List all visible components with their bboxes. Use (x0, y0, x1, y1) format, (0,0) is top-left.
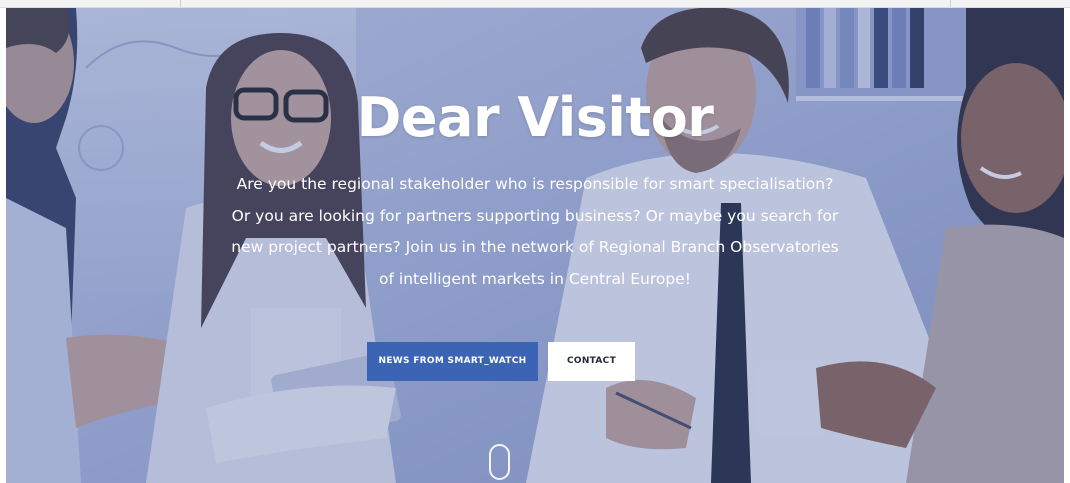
toolbar-divider (180, 0, 181, 7)
hero-intro-text: Are you the regional stakeholder who is … (231, 175, 839, 288)
browser-top-strip (0, 0, 1070, 8)
hero-title: Dear Visitor (356, 86, 714, 149)
scroll-down-mouse-icon[interactable] (489, 444, 510, 480)
toolbar-divider (950, 0, 951, 7)
hero-content: Dear Visitor Are you the regional stakeh… (6, 8, 1064, 483)
news-from-smart-watch-button[interactable]: NEWS FROM SMART_WATCH (367, 342, 538, 381)
hero-section: Dear Visitor Are you the regional stakeh… (6, 8, 1064, 483)
contact-button[interactable]: CONTACT (548, 342, 635, 381)
